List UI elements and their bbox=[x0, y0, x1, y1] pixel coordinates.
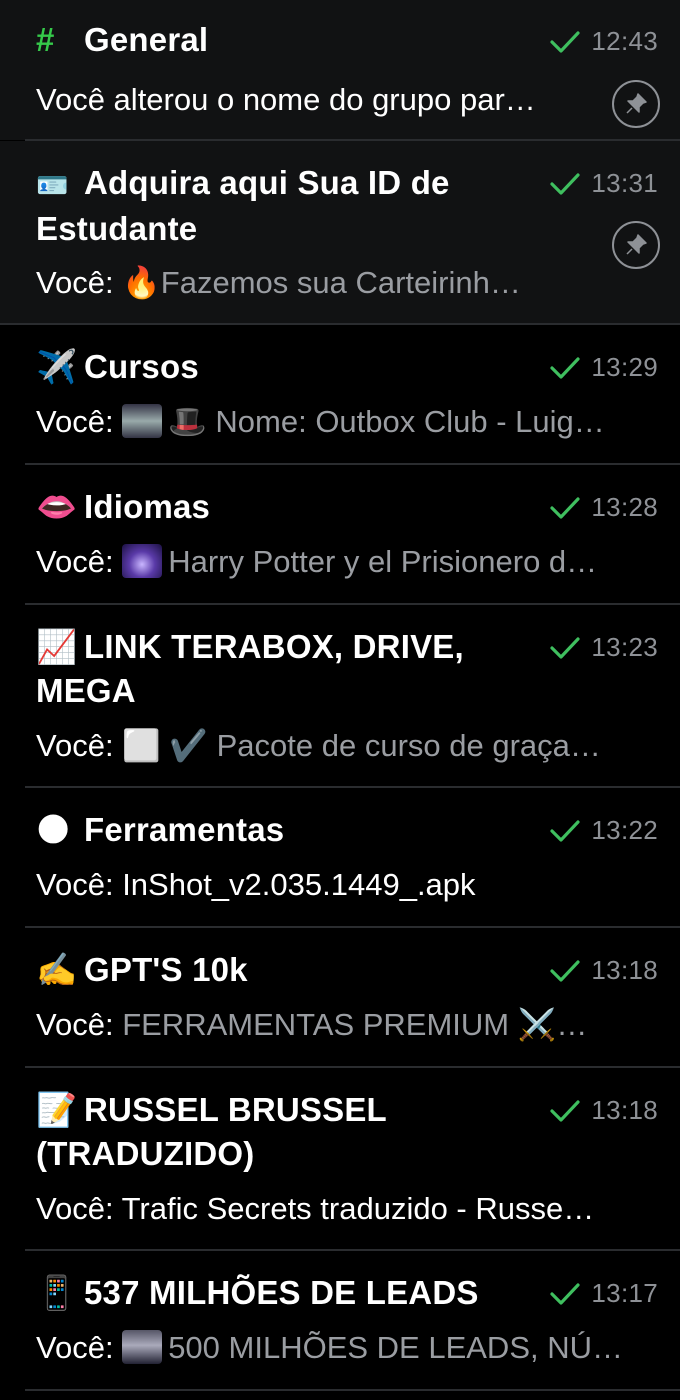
chat-preview: Você: ⬜ ✔️ Pacote de curso de graça… bbox=[36, 728, 601, 763]
chat-preview: Você: 🎩 Nome: Outbox Club - Luig… bbox=[36, 404, 605, 439]
media-thumbnail bbox=[122, 404, 163, 438]
chat-preview: Você: 500 MILHÕES DE LEADS, NÚ… bbox=[36, 1330, 624, 1365]
chat-title: ✈️ Cursos bbox=[36, 345, 516, 389]
check-icon bbox=[550, 819, 581, 842]
check-icon bbox=[550, 1099, 581, 1122]
check-icon bbox=[550, 356, 581, 379]
chat-item-idiomas[interactable]: 👄 Idiomas 13:28 Você: Harry Potter y el P… bbox=[0, 465, 680, 603]
chat-title: 👄 Idiomas bbox=[36, 485, 516, 529]
writing-hand-icon: ✍️ bbox=[36, 951, 78, 988]
chat-time: 13:23 bbox=[591, 632, 658, 662]
pin-icon bbox=[612, 221, 660, 269]
chat-time: 13:17 bbox=[591, 1278, 658, 1308]
media-thumbnail bbox=[122, 544, 163, 578]
chat-meta: 13:22 bbox=[549, 815, 658, 846]
chat-meta: 13:18 bbox=[549, 955, 658, 986]
lips-icon: 👄 bbox=[36, 488, 78, 525]
hash-icon: # bbox=[36, 21, 55, 58]
check-icon bbox=[550, 959, 581, 982]
chat-preview: Você alterou o nome do grupo par… bbox=[36, 82, 536, 117]
memo-icon: 📝 bbox=[36, 1091, 78, 1128]
chat-preview: Você: FERRAMENTAS PREMIUM ⚔️… bbox=[36, 1007, 588, 1042]
chart-up-icon: 📈 bbox=[36, 628, 78, 665]
chat-item-cursos[interactable]: ✈️ Cursos 13:29 Você: 🎩 Nome: Outbox Club… bbox=[0, 325, 680, 463]
chat-time: 13:18 bbox=[591, 955, 658, 985]
chat-title: 📝 RUSSEL BRUSSEL (TRADUZIDO) bbox=[36, 1088, 506, 1176]
phone-icon: 📱 bbox=[36, 1274, 78, 1311]
chat-meta: 12:43 bbox=[549, 26, 658, 57]
chat-time: 12:43 bbox=[591, 26, 658, 56]
chat-item-russel-brussel[interactable]: 📝 RUSSEL BRUSSEL (TRADUZIDO) 13:18 Você: … bbox=[0, 1068, 680, 1249]
chat-title: 📈 LINK TERABOX, DRIVE, MEGA bbox=[36, 625, 506, 713]
chat-time: 13:28 bbox=[591, 492, 658, 522]
chat-preview: Você: InShot_v2.035.1449_.apk bbox=[36, 867, 476, 902]
check-icon bbox=[550, 636, 581, 659]
chat-item-537-milhoes[interactable]: 📱 537 MILHÕES DE LEADS 13:17 Você: 500 MI… bbox=[0, 1251, 680, 1400]
check-icon bbox=[550, 30, 581, 53]
check-icon bbox=[550, 1282, 581, 1305]
moon-icon: 🌑 bbox=[36, 811, 71, 848]
chat-time: 13:22 bbox=[591, 815, 658, 845]
chat-title: 📱 537 MILHÕES DE LEADS bbox=[36, 1271, 516, 1315]
chat-time: 13:18 bbox=[591, 1095, 658, 1125]
chat-item-gpts-10k[interactable]: ✍️ GPT'S 10k 13:18 Você: FERRAMENTAS PREM… bbox=[0, 928, 680, 1066]
chat-meta: 13:29 bbox=[549, 352, 658, 383]
chat-title: 🪪 Adquira aqui Sua ID de Estudante bbox=[36, 164, 450, 247]
chat-meta: 13:31 bbox=[549, 168, 658, 199]
check-icon bbox=[550, 496, 581, 519]
chat-meta: 13:18 bbox=[549, 1095, 658, 1126]
chat-meta: 13:28 bbox=[549, 492, 658, 523]
id-card-icon: 🪪 bbox=[36, 170, 69, 200]
chat-preview: Você: Trafic Secrets traduzido - Russe… bbox=[36, 1191, 595, 1226]
check-icon bbox=[550, 172, 581, 195]
chat-preview: Você: 🔥Fazemos sua Carteirinh… bbox=[36, 265, 521, 300]
chat-title: # General bbox=[36, 18, 516, 62]
chat-item-general[interactable]: # General 12:43 Você alterou o nome do gr… bbox=[0, 0, 680, 140]
airplane-icon: ✈️ bbox=[36, 348, 78, 385]
chat-time: 13:31 bbox=[591, 168, 658, 198]
pin-icon bbox=[612, 80, 660, 128]
chat-item-link-terabox[interactable]: 📈 LINK TERABOX, DRIVE, MEGA 13:23 Você: ⬜… bbox=[0, 605, 680, 786]
chat-meta: 13:17 bbox=[549, 1278, 658, 1309]
chat-meta: 13:23 bbox=[549, 632, 658, 663]
chat-title: 🌑 Ferramentas bbox=[36, 808, 516, 852]
divider bbox=[25, 1389, 680, 1391]
chat-preview: Você: Harry Potter y el Prisionero d… bbox=[36, 544, 598, 579]
media-thumbnail bbox=[122, 1330, 163, 1364]
chat-item-adquira[interactable]: 🪪 Adquira aqui Sua ID de Estudante 13:31 … bbox=[0, 141, 680, 323]
chat-title: ✍️ GPT'S 10k bbox=[36, 948, 516, 992]
chat-item-ferramentas[interactable]: 🌑 Ferramentas 13:22 Você: InShot_v2.035.1… bbox=[0, 788, 680, 926]
chat-list: # General 12:43 Você alterou o nome do gr… bbox=[0, 0, 680, 1400]
chat-time: 13:29 bbox=[591, 352, 658, 382]
